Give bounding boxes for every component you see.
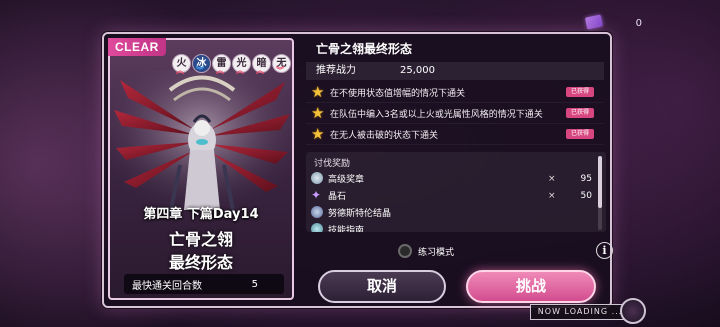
obtained-badge: 已获得 — [566, 87, 594, 97]
info-button[interactable]: i — [596, 242, 613, 259]
challenge-button[interactable]: 挑战 — [466, 270, 596, 303]
boss-name-line1: 亡骨之翎 — [168, 230, 233, 249]
star-icon: ★ — [311, 83, 325, 101]
power-value: 25,000 — [400, 65, 435, 76]
condition-item: ★ 在队伍中编入3名或以上火或光属性风格的情况下通关 已获得 — [306, 103, 604, 124]
crystal-shard-icon — [311, 206, 323, 218]
now-loading-label: NOW LOADING ... — [530, 304, 630, 320]
reward-item: 努德斯特伦结晶 — [306, 204, 606, 221]
reward-multiplier: × — [548, 190, 556, 201]
rewards-header: 讨伐奖励 — [314, 159, 351, 169]
fastest-clear-row: 最快通关回合数 5 — [124, 274, 284, 294]
recommended-power-row: 推荐战力 25,000 — [306, 62, 604, 80]
stage-title: 亡骨之翎最终形态 — [316, 42, 413, 56]
practice-mode-toggle[interactable]: 练习模式 — [398, 244, 454, 258]
ice-element-icon: 冰 ︾ — [192, 54, 211, 75]
skill-guide-icon — [311, 223, 323, 232]
light-element-icon: 光 ︽ — [232, 54, 251, 75]
thunder-element-icon: 雷 ︽ — [212, 54, 231, 75]
loading-emblem-icon — [620, 298, 646, 324]
boss-artwork — [110, 70, 292, 220]
clear-badge: CLEAR — [108, 38, 166, 56]
clear-conditions: ★ 在不使用状态值增幅的情况下通关 已获得 ★ 在队伍中编入3名或以上火或光属性… — [306, 82, 604, 146]
dark-element-icon: 暗 ︽ — [252, 54, 271, 75]
neutral-element-icon: 无 ︾ — [272, 54, 291, 75]
condition-item: ★ 在无人被击破的状态下通关 已获得 — [306, 124, 604, 145]
condition-text: 在无人被击破的状态下通关 — [330, 130, 439, 141]
reward-name: 晶石 — [328, 192, 347, 202]
currency-amount: 0 — [635, 17, 642, 29]
practice-mode-radio[interactable] — [398, 244, 412, 258]
fastest-clear-value: 5 — [251, 278, 258, 290]
condition-text: 在队伍中编入3名或以上火或光属性风格的情况下通关 — [330, 109, 543, 120]
rewards-panel[interactable]: 讨伐奖励 高级奖章 × 95 ✦ 晶石 × 50 努德斯特伦结晶 技能指南 — [306, 152, 606, 232]
condition-item: ★ 在不使用状态值增幅的情况下通关 已获得 — [306, 82, 604, 103]
reward-item: ✦ 晶石 × 50 — [306, 187, 606, 204]
reward-name: 技能指南 — [328, 226, 365, 232]
boss-name-line2: 最终形态 — [168, 253, 233, 272]
cancel-button[interactable]: 取消 — [318, 270, 446, 303]
scrollbar-thumb[interactable] — [598, 156, 602, 208]
reward-quantity: 95 — [580, 173, 592, 184]
medal-icon — [311, 172, 323, 184]
rewards-scrollbar[interactable] — [598, 156, 602, 230]
star-icon: ★ — [311, 125, 325, 143]
reward-item: 高级奖章 × 95 — [306, 170, 606, 187]
currency-counter: 0 — [578, 14, 642, 32]
reward-quantity: 50 — [580, 190, 592, 201]
element-icons: 火 ︽ 冰 ︾ 雷 ︽ 光 ︽ 暗 ︽ 无 ︾ — [172, 54, 291, 75]
star-icon: ★ — [311, 104, 325, 122]
fire-element-icon: 火 ︽ — [172, 54, 191, 75]
obtained-badge: 已获得 — [566, 108, 594, 118]
crystal-icon: ✦ — [311, 188, 322, 202]
reward-name: 努德斯特伦结晶 — [328, 209, 392, 219]
condition-text: 在不使用状态值增幅的情况下通关 — [330, 88, 466, 99]
reward-multiplier: × — [548, 173, 556, 184]
power-label: 推荐战力 — [316, 65, 356, 76]
reward-item: 技能指南 — [306, 221, 606, 232]
practice-mode-label: 练习模式 — [418, 247, 455, 258]
boss-name: 亡骨之翎 最终形态 — [110, 228, 292, 274]
obtained-badge: 已获得 — [566, 129, 594, 139]
chapter-label: 第四章 下篇Day14 — [143, 207, 259, 222]
reward-name: 高级奖章 — [328, 175, 365, 185]
fastest-clear-label: 最快通关回合数 — [132, 280, 202, 292]
